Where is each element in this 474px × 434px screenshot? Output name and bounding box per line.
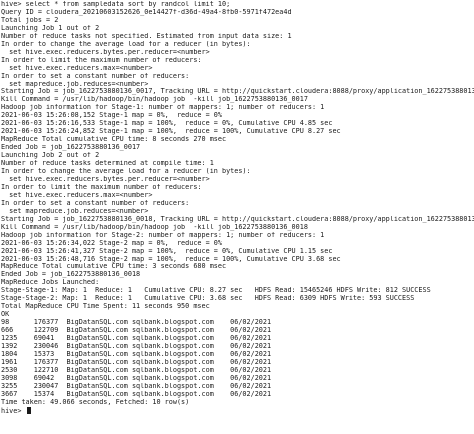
output-line: set hive.exec.reducers.bytes.per.reducer… <box>1 48 210 56</box>
output-line: 666 122709 BigDatanSQL.com sqlbank.blogs… <box>1 327 272 335</box>
output-line: Stage-Stage-2: Map: 1 Reduce: 1 Cumulati… <box>1 295 415 303</box>
output-line: Ended Job = job_1622753880136_0018 <box>1 271 141 279</box>
output-line: 1961 176377 BigDatanSQL.com sqlbank.blog… <box>1 358 272 366</box>
output-line: OK <box>1 311 10 319</box>
terminal-window[interactable]: hive> select * from sampledata sort by r… <box>0 0 474 434</box>
output-line: 2021-06-03 15:26:34,022 Stage-2 map = 0%… <box>1 239 222 247</box>
output-line: Total MapReduce CPU Time Spent: 11 secon… <box>1 303 210 311</box>
output-line: 3098 69042 BigDatanSQL.com sqlbank.blogs… <box>1 374 272 382</box>
output-line: 3255 230047 BigDatanSQL.com sqlbank.blog… <box>1 382 272 390</box>
output-line: Launching Job 2 out of 2 <box>1 152 100 160</box>
output-line: In order to limit the maximum number of … <box>1 183 202 191</box>
output-line: Hadoop job information for Stage-2: numb… <box>1 231 325 239</box>
output-line: In order to set a constant number of red… <box>1 72 190 80</box>
output-line: 1804 15373 BigDatanSQL.com sqlbank.blogs… <box>1 350 272 358</box>
output-line: 1392 230046 BigDatanSQL.com sqlbank.blog… <box>1 342 272 350</box>
output-line: MapReduce Total cumulative CPU time: 8 s… <box>1 136 227 144</box>
output-line: Stage-Stage-1: Map: 1 Reduce: 1 Cumulati… <box>1 287 431 295</box>
output-line: 1235 69041 BigDatanSQL.com sqlbank.blogs… <box>1 335 272 343</box>
output-line: Kill Command = /usr/lib/hadoop/bin/hadoo… <box>1 96 308 104</box>
output-line: 3667 15374 BigDatanSQL.com sqlbank.blogs… <box>1 390 272 398</box>
output-line: In order to change the average load for … <box>1 40 251 48</box>
output-line: Starting Job = job_1622753880136_0017, T… <box>1 88 474 96</box>
output-line: In order to set a constant number of red… <box>1 199 190 207</box>
output-line: 2021-06-03 15:26:24,852 Stage-1 map = 10… <box>1 128 341 136</box>
output-line: Ended Job = job_1622753880136_0017 <box>1 144 141 152</box>
output-line: Query ID = cloudera_20210603152626_0e144… <box>1 8 292 16</box>
output-line: 2021-06-03 15:26:41,327 Stage-2 map = 10… <box>1 247 333 255</box>
output-line: set mapreduce.job.reduces=<number> <box>1 80 149 88</box>
command-prompt-line[interactable]: hive> <box>1 406 474 415</box>
output-line: MapReduce Total cumulative CPU time: 3 s… <box>1 263 227 271</box>
output-line: 2530 122710 BigDatanSQL.com sqlbank.blog… <box>1 366 272 374</box>
output-line: Launching Job 1 out of 2 <box>1 24 100 32</box>
output-line: set hive.exec.reducers.max=<number> <box>1 64 153 72</box>
output-line: In order to limit the maximum number of … <box>1 56 202 64</box>
output-line: In order to change the average load for … <box>1 168 251 176</box>
output-line: Number of reduce tasks determined at com… <box>1 160 214 168</box>
output-line: 2021-06-03 15:26:16,533 Stage-1 map = 10… <box>1 120 333 128</box>
output-line: 2021-06-03 15:26:48,716 Stage-2 map = 10… <box>1 255 341 263</box>
output-line: 98 176377 BigDatanSQL.com sqlbank.blogsp… <box>1 319 272 327</box>
text-cursor <box>26 406 31 414</box>
output-line: Starting Job = job_1622753880136_0018, T… <box>1 215 474 223</box>
output-line: 2021-06-03 15:26:08,152 Stage-1 map = 0%… <box>1 112 222 120</box>
prompt-text: hive> <box>1 406 26 415</box>
output-line: Time taken: 49.066 seconds, Fetched: 10 … <box>1 398 190 406</box>
output-line: set mapreduce.job.reduces=<number> <box>1 207 149 215</box>
output-line: set hive.exec.reducers.bytes.per.reducer… <box>1 175 210 183</box>
output-line: Hadoop job information for Stage-1: numb… <box>1 104 325 112</box>
output-line: MapReduce Jobs Launched: <box>1 279 100 287</box>
output-line: set hive.exec.reducers.max=<number> <box>1 191 153 199</box>
terminal-output: hive> select * from sampledata sort by r… <box>1 1 474 407</box>
output-line: Total jobs = 2 <box>1 16 59 24</box>
output-line: hive> select * from sampledata sort by r… <box>1 1 231 8</box>
output-line: Kill Command = /usr/lib/hadoop/bin/hadoo… <box>1 223 308 231</box>
output-line: Number of reduce tasks not specified. Es… <box>1 32 292 40</box>
